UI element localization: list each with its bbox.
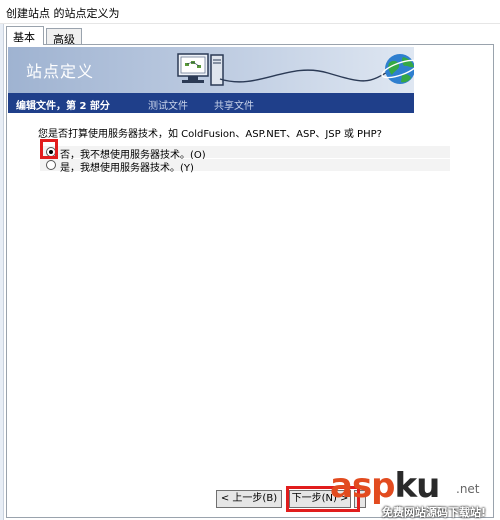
- tab-advanced[interactable]: 高级: [46, 28, 82, 46]
- step-share-files: 共享文件: [214, 101, 254, 112]
- tab-basic[interactable]: 基本: [6, 26, 44, 45]
- radio-yes-server-tech[interactable]: [46, 160, 56, 170]
- wizard-panel: [6, 44, 494, 518]
- network-cable: [219, 68, 394, 83]
- wizard-banner: 站点定义: [8, 47, 414, 93]
- step-edit-files-part-2: 编辑文件，第 2 部分: [16, 101, 110, 112]
- title-bar: 创建站点 的站点定义为: [0, 0, 500, 24]
- globe-icon: [381, 54, 414, 84]
- banner-title: 站点定义: [26, 62, 95, 81]
- server-technology-question: 您是否打算使用服务器技术，如 ColdFusion、ASP.NET、ASP、JS…: [38, 129, 382, 140]
- background-window-edge: [0, 24, 4, 520]
- step-test-files: 测试文件: [148, 101, 188, 112]
- option-yes-server-tech[interactable]: 是，我想使用服务器技术。(Y): [40, 159, 450, 174]
- window-title: 创建站点 的站点定义为: [6, 7, 120, 20]
- red-highlight-radio: [40, 139, 58, 159]
- option-no-server-tech[interactable]: 否，我不想使用服务器技术。(O): [40, 146, 450, 161]
- red-highlight-next: [286, 486, 360, 512]
- previous-button[interactable]: < 上一步(B): [216, 490, 282, 508]
- step-bar: 编辑文件，第 2 部分 测试文件 共享文件: [8, 93, 414, 113]
- option-yes-label: 是，我想使用服务器技术。(Y): [60, 163, 194, 174]
